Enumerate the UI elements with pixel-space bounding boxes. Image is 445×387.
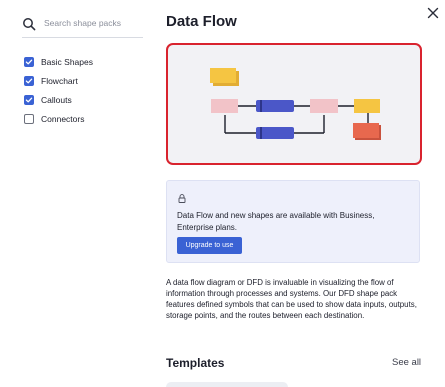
template-card[interactable] xyxy=(166,382,288,387)
templates-heading: Templates xyxy=(166,356,225,370)
checkbox-unchecked[interactable] xyxy=(24,113,34,124)
data-flow-preview-illustration xyxy=(210,68,381,140)
pack-label: Basic Shapes xyxy=(41,56,93,67)
see-all-link[interactable]: See all xyxy=(392,357,421,368)
upgrade-button[interactable]: Upgrade to use xyxy=(177,237,242,254)
notice-text: Data Flow and new shapes are available w… xyxy=(177,211,375,232)
search-input[interactable] xyxy=(44,18,139,28)
upgrade-notice: Data Flow and new shapes are available w… xyxy=(166,180,420,263)
shape-pack-detail: Data Flow Data Flow and new shapes are a… xyxy=(166,0,445,387)
search-row xyxy=(22,13,143,38)
close-icon[interactable] xyxy=(426,6,440,20)
search-icon xyxy=(23,18,36,31)
page-title: Data Flow xyxy=(166,13,237,30)
shape-pack-preview[interactable] xyxy=(166,43,422,165)
check-icon xyxy=(25,59,33,64)
pack-item-connectors[interactable]: Connectors xyxy=(24,109,93,128)
check-icon xyxy=(25,78,33,83)
sidebar: Basic Shapes Flowchart Callouts Connecto… xyxy=(0,0,150,387)
pack-item-callouts[interactable]: Callouts xyxy=(24,90,93,109)
pack-item-flowchart[interactable]: Flowchart xyxy=(24,71,93,90)
shape-pack-list: Basic Shapes Flowchart Callouts Connecto… xyxy=(24,52,93,128)
checkbox-checked[interactable] xyxy=(24,94,34,105)
lock-icon xyxy=(178,194,186,203)
checkbox-checked[interactable] xyxy=(24,75,34,86)
pack-label: Flowchart xyxy=(41,75,78,86)
pack-label: Callouts xyxy=(41,94,72,105)
pack-label: Connectors xyxy=(41,113,85,124)
pack-description: A data flow diagram or DFD is invaluable… xyxy=(166,278,417,321)
check-icon xyxy=(25,97,33,102)
checkbox-checked[interactable] xyxy=(24,56,34,67)
pack-item-basic-shapes[interactable]: Basic Shapes xyxy=(24,52,93,71)
